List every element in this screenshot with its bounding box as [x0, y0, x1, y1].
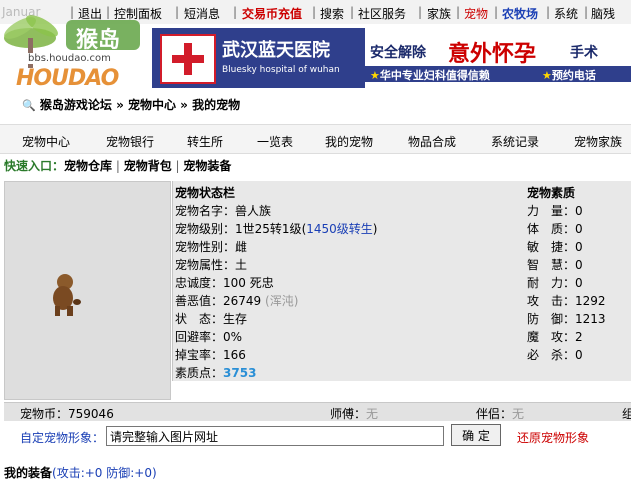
tab-rebirth[interactable]: 转生所 — [187, 133, 223, 150]
hospital-name: 武汉蓝天医院 — [222, 40, 330, 61]
tab-item-compose[interactable]: 物品合成 — [408, 133, 456, 150]
pet-dodge-row: 回避率：0% — [175, 330, 243, 344]
tab-pet-family[interactable]: 宠物家族 — [574, 133, 622, 150]
pet-gender: 雌 — [235, 240, 248, 254]
quality-row: 攻 击：1292 — [527, 294, 606, 308]
master-row: 师傅：无 — [330, 407, 379, 421]
search-icon: 🔍 — [22, 99, 36, 112]
quick-label: 快速入口： — [4, 159, 65, 173]
pet-drop-row: 掉宝率：166 — [175, 348, 246, 362]
pet-status-panel: 宠物状态栏 宠物名字：兽人族 宠物级别：1世25转1级(1450级转生) 宠物性… — [172, 181, 526, 381]
hospital-en-name: Bluesky hospital of wuhan — [222, 65, 340, 75]
custom-avatar-row: 自定宠物形象： 确 定 还原宠物形象 — [4, 424, 631, 452]
pet-dodge: 0% — [223, 330, 243, 344]
quality-row: 防 御：1213 — [527, 312, 606, 326]
quick-links: 快速入口：宠物仓库 | 宠物背包 | 宠物装备 — [4, 159, 232, 173]
nav-family[interactable]: 家族 — [427, 5, 451, 22]
logo-cn-text: 猴岛 — [76, 28, 121, 53]
pet-level: 1世25转1级 — [235, 222, 302, 236]
pet-loyalty: 100 死忠 — [223, 276, 274, 290]
nav-recharge[interactable]: 交易币充值 — [242, 5, 302, 22]
pet-evil-row: 善恶值：26749 (浑沌) — [175, 294, 299, 308]
tab-pet-center[interactable]: 宠物中心 — [22, 133, 70, 150]
quick-link-equipment[interactable]: 宠物装备 — [183, 159, 231, 173]
nav-farm[interactable]: 农牧场 — [502, 5, 538, 22]
banner-sub2: ★预约电话 — [542, 69, 596, 82]
nav-system[interactable]: 系统 — [554, 5, 578, 22]
restore-avatar-link[interactable]: 还原宠物形象 — [517, 429, 589, 446]
nav-community[interactable]: 社区服务 — [358, 5, 406, 22]
pet-state-row: 状 态：生存 — [175, 312, 248, 326]
quality-row: 体 质：0 — [527, 222, 583, 236]
tab-my-pet[interactable]: 我的宠物 — [325, 133, 373, 150]
quality-row: 魔 攻：2 — [527, 330, 583, 344]
tab-system-log[interactable]: 系统记录 — [491, 133, 539, 150]
tab-pet-bank[interactable]: 宠物银行 — [106, 133, 154, 150]
avatar-url-input[interactable] — [106, 426, 444, 446]
quick-link-backpack[interactable]: 宠物背包 — [124, 159, 172, 173]
pet-name-row: 宠物名字：兽人族 — [175, 204, 272, 218]
status-title: 宠物状态栏 — [175, 186, 236, 200]
pet-sprite-icon — [53, 274, 81, 316]
banner-slogan-pre: 安全解除 — [370, 45, 426, 61]
partner-row: 伴侣：无 — [476, 407, 525, 421]
quick-link-warehouse[interactable]: 宠物仓库 — [64, 159, 112, 173]
pet-coins-row: 宠物币：759046 — [20, 407, 114, 421]
hospital-cross-icon — [160, 34, 216, 84]
my-equipment: 我的装备(攻击:+0 防御:+0) — [4, 464, 157, 481]
pet-gender-row: 宠物性别：雌 — [175, 240, 248, 254]
pet-points-row: 素质点：3753 — [175, 366, 257, 380]
confirm-button[interactable]: 确 定 — [451, 424, 501, 446]
logo-url: bbs.houdao.com — [28, 53, 111, 64]
hospital-ad-banner[interactable]: 武汉蓝天医院 Bluesky hospital of wuhan 安全解除 意外… — [152, 28, 631, 88]
pet-loyalty-row: 忠诚度：100 死忠 — [175, 276, 274, 290]
pet-name: 兽人族 — [235, 204, 272, 218]
pet-level-row: 宠物级别：1世25转1级(1450级转生) — [175, 222, 378, 236]
pet-tabs: 宠物中心 宠物银行 转生所 一览表 我的宠物 物品合成 系统记录 宠物家族 — [0, 124, 631, 154]
quality-row: 力 量：0 — [527, 204, 583, 218]
footer-cut-text: 组 — [622, 407, 631, 421]
quality-row: 耐 力：0 — [527, 276, 583, 290]
pet-evil: 26749 — [223, 294, 262, 308]
tab-overview[interactable]: 一览表 — [257, 133, 293, 150]
banner-slogan-tail: 手术 — [570, 45, 598, 61]
pet-info-footer: 宠物币：759046 师傅：无 伴侣：无 组 — [4, 402, 631, 421]
nav-messages[interactable]: 短消息 — [184, 5, 220, 22]
quality-row: 必 杀：0 — [527, 348, 583, 362]
nav-search[interactable]: 搜索 — [320, 5, 344, 22]
site-logo[interactable]: 猴岛 bbs.houdao.com HOUDAO — [0, 0, 152, 95]
rebirth-link[interactable]: 1450级转生 — [306, 222, 373, 236]
nav-pet[interactable]: 宠物 — [464, 5, 488, 22]
breadcrumb: 🔍 猴岛游戏论坛 » 宠物中心 » 我的宠物 — [22, 96, 240, 113]
custom-avatar-label: 自定宠物形象： — [20, 431, 105, 445]
pet-image-panel — [4, 181, 171, 400]
logo-brand-text: HOUDAO — [16, 66, 119, 91]
pet-quality-panel: 宠物素质 力 量：0 体 质：0 敏 捷：0 智 慧：0 耐 力：0 攻 击：1… — [525, 181, 631, 381]
quality-row: 敏 捷：0 — [527, 240, 583, 254]
quality-title: 宠物素质 — [527, 186, 576, 200]
breadcrumb-text[interactable]: 猴岛游戏论坛 » 宠物中心 » 我的宠物 — [40, 98, 240, 112]
nav-more[interactable]: 脑残 — [591, 5, 615, 22]
banner-sub1: ★华中专业妇科值得信赖 — [370, 69, 490, 82]
banner-slogan-big: 意外怀孕 — [448, 42, 537, 67]
pet-attr-row: 宠物属性：土 — [175, 258, 248, 272]
pet-coins: 759046 — [68, 407, 114, 421]
pet-drop: 166 — [223, 348, 246, 362]
pet-state: 生存 — [223, 312, 248, 326]
quality-row: 智 慧：0 — [527, 258, 583, 272]
pet-points: 3753 — [223, 366, 257, 380]
pet-attr: 土 — [235, 258, 248, 272]
